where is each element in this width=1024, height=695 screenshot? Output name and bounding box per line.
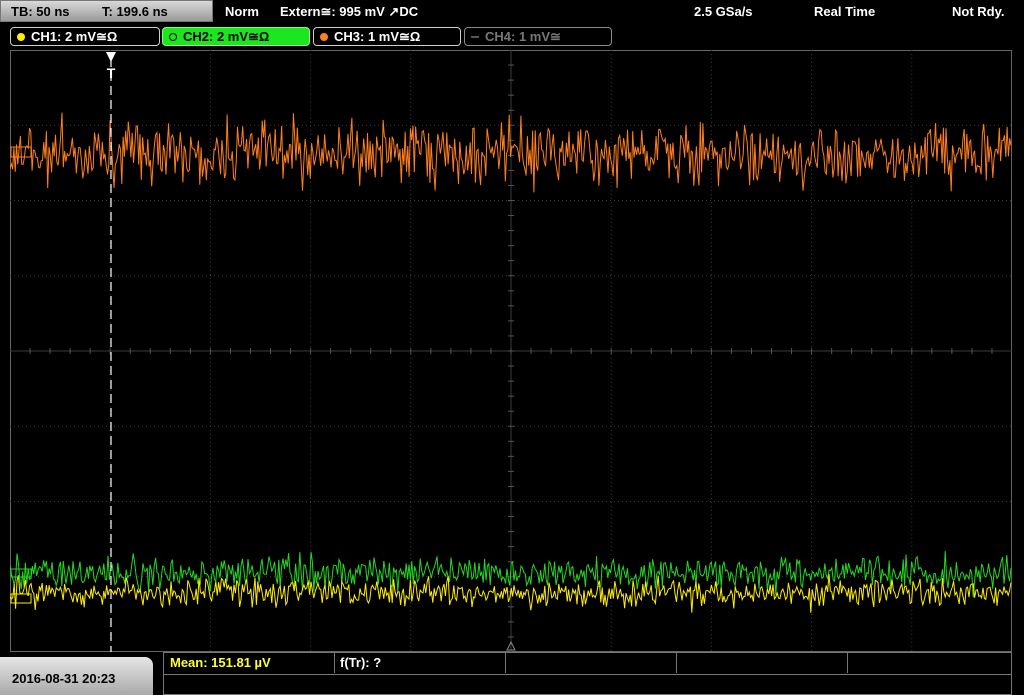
measurement-panel: Mean: 151.81 µV f(Tr): ? bbox=[163, 652, 1012, 695]
measurement-cell-3[interactable] bbox=[506, 653, 677, 673]
status-bar: TB: 50 ns T: 199.6 ns Norm Extern≅: 995 … bbox=[0, 0, 1024, 24]
measurement-cell-4[interactable] bbox=[677, 653, 848, 673]
ch1-label: CH1: 2 mV≅Ω bbox=[31, 29, 118, 44]
trigger-source[interactable]: Extern≅: 995 mV ↗DC bbox=[280, 4, 418, 20]
ch3-label: CH3: 1 mV≅Ω bbox=[334, 29, 421, 44]
trigger-time-label: T: 199.6 ns bbox=[102, 4, 168, 19]
ch4-label: CH4: 1 mV≅ bbox=[485, 29, 561, 44]
ch4-dash-icon bbox=[471, 36, 479, 38]
timebase-label: TB: 50 ns bbox=[11, 4, 70, 19]
run-state: Not Rdy. bbox=[952, 4, 1005, 19]
graticule bbox=[10, 50, 1012, 652]
channel-tab-ch4[interactable]: CH4: 1 mV≅ bbox=[464, 27, 612, 46]
ch1-dot-icon bbox=[17, 33, 25, 41]
ch3-dot-icon bbox=[320, 33, 328, 41]
ftr-measurement: f(Tr): ? bbox=[340, 655, 382, 670]
timebase-box[interactable]: TB: 50 ns T: 199.6 ns bbox=[0, 0, 213, 22]
trigger-arrow-icon[interactable] bbox=[106, 52, 116, 62]
channel-tab-ch1[interactable]: CH1: 2 mV≅Ω bbox=[10, 27, 160, 46]
channel-tab-ch3[interactable]: CH3: 1 mV≅Ω bbox=[313, 27, 461, 46]
mean-measurement: Mean: 151.81 µV bbox=[170, 655, 271, 670]
datetime-box: 2016-08-31 20:23 bbox=[0, 657, 153, 695]
channel-tab-ch2[interactable]: CH2: 2 mV≅Ω bbox=[162, 27, 310, 46]
channel-bar: CH1: 2 mV≅Ω CH2: 2 mV≅Ω CH3: 1 mV≅Ω CH4:… bbox=[0, 26, 1024, 48]
ch2-dot-icon bbox=[169, 33, 177, 41]
datetime-label: 2016-08-31 20:23 bbox=[12, 671, 116, 686]
waveform-canvas[interactable]: T bbox=[10, 50, 1012, 652]
trigger-marker: T bbox=[107, 65, 116, 81]
trigger-mode[interactable]: Norm bbox=[225, 4, 259, 19]
measurement-row-2 bbox=[164, 674, 1011, 695]
ch2-label: CH2: 2 mV≅Ω bbox=[183, 29, 270, 44]
acquisition-mode: Real Time bbox=[814, 4, 876, 19]
sample-rate: 2.5 GSa/s bbox=[694, 4, 753, 19]
